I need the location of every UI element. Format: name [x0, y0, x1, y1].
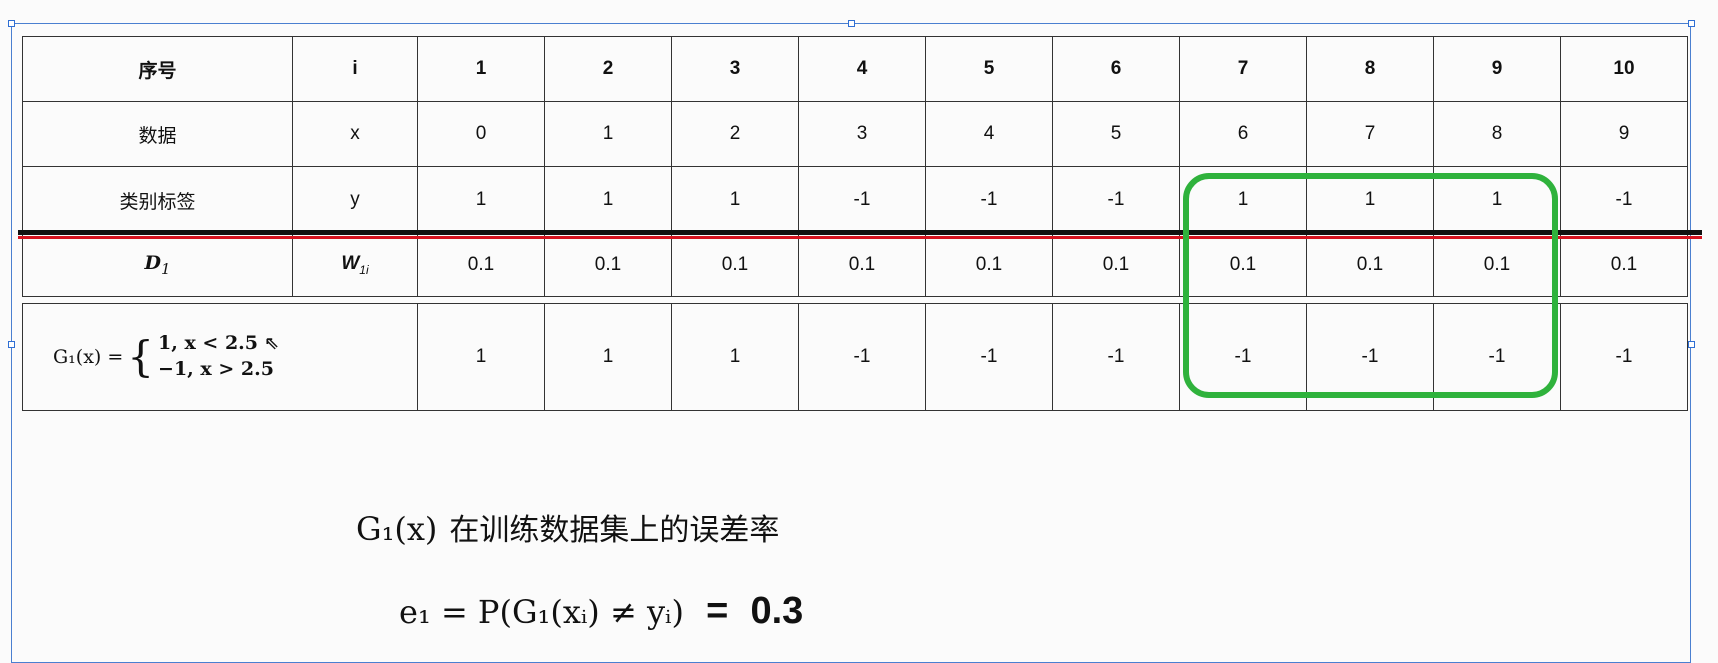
- caption-math: G₁(x): [356, 510, 438, 548]
- x-cell: 3: [798, 101, 926, 167]
- y-cell: -1: [1560, 166, 1688, 234]
- y-cell: -1: [925, 166, 1053, 234]
- weight-cell: 0.1: [925, 233, 1053, 297]
- d-subscript: 1: [160, 259, 171, 278]
- weight-cell: 0.1: [1052, 233, 1180, 297]
- row-symbol: y: [292, 166, 418, 234]
- row-symbol: x: [292, 101, 418, 167]
- y-cell: -1: [1052, 166, 1180, 234]
- prediction-cell: -1: [798, 303, 926, 411]
- formula-math: e₁ = P(G₁(xᵢ) ≠ yᵢ): [399, 593, 684, 631]
- prediction-cell: -1: [1560, 303, 1688, 411]
- d-symbol: D: [144, 252, 161, 275]
- header-cell: i: [292, 36, 418, 102]
- header-cell: 序号: [22, 36, 293, 102]
- x-cell: 4: [925, 101, 1053, 167]
- resize-handle-top-center[interactable]: [848, 20, 855, 27]
- mouse-cursor-icon: ⇖: [264, 333, 280, 355]
- y-cell: -1: [798, 166, 926, 234]
- formula-equals: =: [706, 590, 729, 632]
- prediction-cell: 1: [671, 303, 799, 411]
- header-row: 序号 i 1 2 3 4 5 6 7 8 9 10: [22, 36, 1688, 102]
- x-cell: 8: [1433, 101, 1561, 167]
- case-2: −1, x > 2.5: [158, 358, 274, 380]
- prediction-cell: 1: [544, 303, 672, 411]
- header-cell: 9: [1433, 36, 1561, 102]
- x-cell: 6: [1179, 101, 1307, 167]
- w-subscript: 1i: [359, 262, 369, 277]
- resize-handle-mid-left[interactable]: [8, 341, 15, 348]
- x-cell: 1: [544, 101, 672, 167]
- y-cell: 1: [671, 166, 799, 234]
- prediction-cell: 1: [417, 303, 545, 411]
- header-cell: 3: [671, 36, 799, 102]
- case-1: 1, x < 2.5 ⇖: [158, 332, 280, 355]
- data-row: 数据 x 0 1 2 3 4 5 6 7 8 9: [22, 101, 1688, 167]
- x-cell: 5: [1052, 101, 1180, 167]
- weight-cell: 0.1: [671, 233, 799, 297]
- w-symbol: W: [341, 253, 360, 275]
- w1i-label: W1i: [292, 233, 418, 297]
- resize-handle-mid-right[interactable]: [1688, 341, 1695, 348]
- header-cell: 7: [1179, 36, 1307, 102]
- weight-cell: 0.1: [544, 233, 672, 297]
- prediction-cell: -1: [925, 303, 1053, 411]
- caption-text: 在训练数据集上的误差率: [449, 513, 780, 548]
- x-cell: 7: [1306, 101, 1434, 167]
- classifier-formula: G₁(x) = { 1, x < 2.5 ⇖ −1, x > 2.5: [22, 303, 418, 411]
- brace-icon: {: [127, 332, 155, 381]
- header-cell: 1: [417, 36, 545, 102]
- row-label: 类别标签: [22, 166, 293, 234]
- y-cell: 1: [544, 166, 672, 234]
- error-rate-caption: G₁(x) 在训练数据集上的误差率: [356, 505, 779, 549]
- d1-label: D1: [22, 233, 293, 297]
- weight-cell: 0.1: [1560, 233, 1688, 297]
- header-cell: 10: [1560, 36, 1688, 102]
- header-cell: 4: [798, 36, 926, 102]
- error-rate-value: 0.3: [750, 590, 804, 632]
- header-cell: 8: [1306, 36, 1434, 102]
- row-label: 数据: [22, 101, 293, 167]
- weight-cell: 0.1: [417, 233, 545, 297]
- error-rate-formula: e₁ = P(G₁(xᵢ) ≠ yᵢ) = 0.3: [399, 590, 803, 633]
- x-cell: 2: [671, 101, 799, 167]
- y-cell: 1: [417, 166, 545, 234]
- resize-handle-top-left[interactable]: [8, 20, 15, 27]
- header-cell: 6: [1052, 36, 1180, 102]
- header-cell: 2: [544, 36, 672, 102]
- header-cell: 5: [925, 36, 1053, 102]
- prediction-cell: -1: [1052, 303, 1180, 411]
- x-cell: 0: [417, 101, 545, 167]
- weight-cell: 0.1: [798, 233, 926, 297]
- resize-handle-top-right[interactable]: [1688, 20, 1695, 27]
- x-cell: 9: [1560, 101, 1688, 167]
- misclassified-highlight-box: [1183, 173, 1558, 398]
- classifier-function: G₁(x) =: [53, 346, 124, 368]
